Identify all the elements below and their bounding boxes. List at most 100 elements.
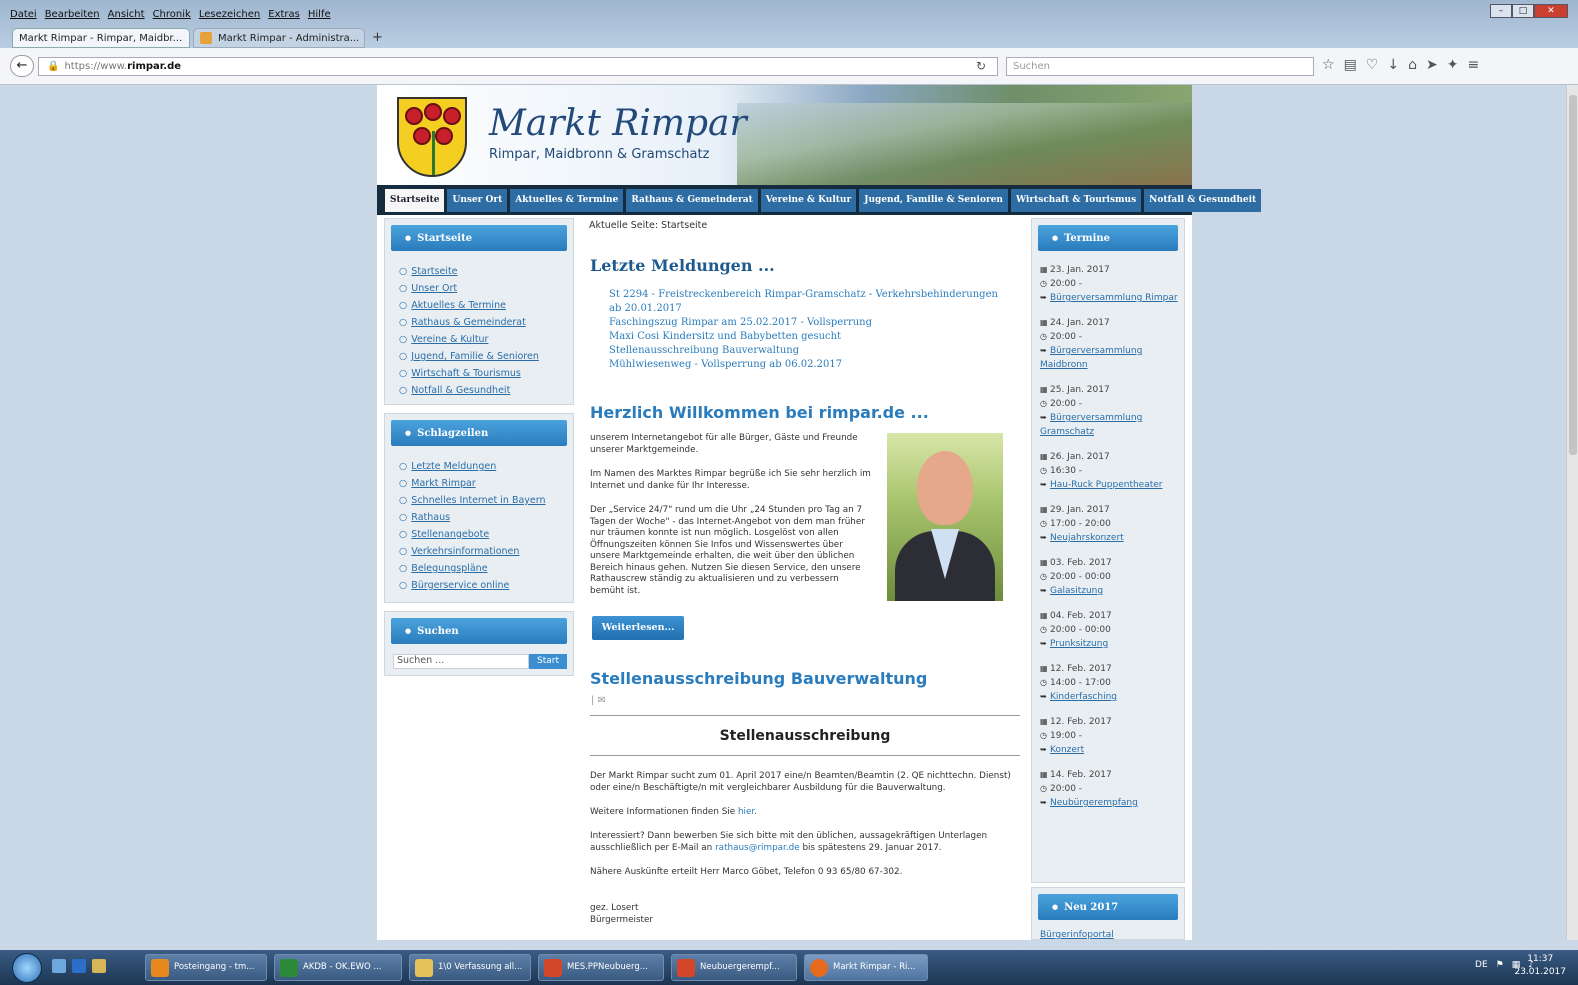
buergerinfoportal-link[interactable]: Bürgerinfoportal [1032, 920, 1184, 940]
reading-list-icon[interactable]: ▤ [1344, 57, 1357, 73]
nav-notfall[interactable]: Notfall & Gesundheit [1144, 189, 1262, 212]
menu-lesezeichen[interactable]: Lesezeichen [199, 9, 260, 24]
sidebar-item[interactable]: Bürgerservice online [399, 577, 563, 594]
nav-vereine[interactable]: Vereine & Kultur [760, 189, 857, 212]
sidebar-item[interactable]: Vereine & Kultur [399, 331, 563, 348]
event-title-link[interactable]: Neubürgerempfang [1050, 798, 1138, 808]
event-item: ▦ 03. Feb. 2017 ◷ 20:00 - 00:00 ➥ Galasitzung [1032, 556, 1184, 598]
sidebar-item[interactable]: Markt Rimpar [399, 475, 563, 492]
sidebar-item[interactable]: Unser Ort [399, 280, 563, 297]
sidebar-item[interactable]: Belegungspläne [399, 560, 563, 577]
nav-wirtschaft[interactable]: Wirtschaft & Tourismus [1010, 189, 1142, 212]
task-outlook[interactable]: Posteingang - tm... [145, 954, 267, 981]
read-more-button[interactable]: Weiterlesen... [592, 616, 684, 640]
addon-icon[interactable]: ✦ [1447, 57, 1459, 73]
event-title-link[interactable]: Bürgerversammlung Maidbronn [1040, 346, 1142, 370]
header-landscape-photo [737, 103, 1192, 185]
event-item: ▦ 12. Feb. 2017 ◷ 19:00 - ➥ Konzert [1032, 715, 1184, 757]
task-folder[interactable]: 1\0 Verfassung all... [409, 954, 531, 981]
pocket-icon[interactable]: ♡ [1366, 57, 1379, 73]
new-tab-button[interactable]: + [372, 30, 383, 45]
sidebar-item[interactable]: Notfall & Gesundheit [399, 382, 563, 399]
task-ppt-2[interactable]: Neubuergerempf... [671, 954, 797, 981]
box-title: Suchen [391, 618, 567, 644]
event-title-link[interactable]: Konzert [1050, 745, 1084, 755]
sidebar-item[interactable]: Rathaus [399, 509, 563, 526]
nav-aktuelles[interactable]: Aktuelles & Termine [510, 189, 624, 212]
email-link[interactable]: rathaus@rimpar.de [715, 843, 800, 853]
sidebar-item[interactable]: Aktuelles & Termine [399, 297, 563, 314]
ie-icon[interactable] [72, 959, 86, 973]
menu-hilfe[interactable]: Hilfe [308, 9, 331, 24]
browser-tab-1[interactable]: Markt Rimpar - Rimpar, Maidbr... ✕ [12, 28, 190, 48]
task-firefox[interactable]: Markt Rimpar - Ri... [804, 954, 928, 981]
close-window-button[interactable]: ✕ [1534, 4, 1568, 18]
task-akdb[interactable]: AKDB - OK.EWO ... [274, 954, 402, 981]
event-title-link[interactable]: Neujahrskonzert [1050, 533, 1124, 543]
sidebar-item[interactable]: Schnelles Internet in Bayern [399, 492, 563, 509]
nav-startseite[interactable]: Startseite [385, 189, 445, 212]
browser-tab-2[interactable]: Markt Rimpar - Administra... ✕ [193, 28, 365, 48]
site-header: Markt Rimpar Rimpar, Maidbronn & Gramsch… [377, 85, 1192, 185]
sidebar-item[interactable]: Letzte Meldungen [399, 458, 563, 475]
nav-jugend[interactable]: Jugend, Familie & Senioren [859, 189, 1008, 212]
sidebar-item[interactable]: Startseite [399, 263, 563, 280]
close-tab-icon[interactable]: ✕ [188, 33, 189, 44]
bookmark-star-icon[interactable]: ☆ [1322, 57, 1335, 73]
vertical-scrollbar[interactable] [1566, 85, 1578, 940]
minimize-button[interactable]: – [1490, 4, 1512, 18]
news-link[interactable]: Mühlwiesenweg - Vollsperrung ab 06.02.20… [609, 358, 1009, 372]
event-title-link[interactable]: Bürgerversammlung Rimpar [1050, 293, 1178, 303]
download-icon[interactable]: ↓ [1387, 57, 1399, 73]
job-paragraph: Nähere Auskünfte erteilt Herr Marco Göbe… [590, 867, 903, 877]
menu-chronik[interactable]: Chronik [153, 9, 191, 24]
nav-rathaus[interactable]: Rathaus & Gemeinderat [626, 189, 758, 212]
clock[interactable]: 11:37 23.01.2017 [1514, 953, 1566, 979]
menu-bearbeiten[interactable]: Bearbeiten [45, 9, 100, 24]
news-link[interactable]: St 2294 - Freistreckenbereich Rimpar-Gra… [609, 288, 1009, 316]
back-button[interactable]: ← [10, 55, 34, 77]
news-link[interactable]: Maxi Cosi Kindersitz und Babybetten gesu… [609, 330, 1009, 344]
reload-icon[interactable]: ↻ [976, 59, 986, 73]
job-article-heading[interactable]: Stellenausschreibung Bauverwaltung [590, 669, 927, 688]
start-button[interactable] [12, 953, 42, 983]
home-icon[interactable]: ⌂ [1408, 57, 1417, 73]
event-title-link[interactable]: Prunksitzung [1050, 639, 1108, 649]
explorer-icon[interactable] [92, 959, 106, 973]
clock-icon: ◷ [1040, 678, 1047, 687]
scrollbar-thumb[interactable] [1569, 95, 1577, 455]
url-bar[interactable]: 🔒 https://www.rimpar.de [38, 57, 998, 76]
language-indicator[interactable]: DE [1475, 960, 1488, 970]
sidebar-item[interactable]: Stellenangebote [399, 526, 563, 543]
task-ppt-1[interactable]: MES.PPNeubuerg... [538, 954, 664, 981]
sidebar-item[interactable]: Jugend, Familie & Senioren [399, 348, 563, 365]
box-title: Termine [1038, 225, 1178, 251]
coat-of-arms-logo[interactable] [397, 97, 467, 177]
browser-toolbar: ☆ ▤ ♡ ↓ ⌂ ➤ ✦ ≡ [1322, 57, 1479, 73]
maximize-button[interactable]: □ [1512, 4, 1534, 18]
site-search-input[interactable]: Suchen ... [393, 654, 529, 669]
flag-icon[interactable]: ⚑ [1496, 960, 1504, 970]
news-link[interactable]: Faschingszug Rimpar am 25.02.2017 - Voll… [609, 316, 1009, 330]
menu-datei[interactable]: Datei [10, 9, 37, 24]
sidebar-item[interactable]: Rathaus & Gemeinderat [399, 314, 563, 331]
show-desktop-icon[interactable] [52, 959, 66, 973]
menu-extras[interactable]: Extras [268, 9, 300, 24]
event-title-link[interactable]: Galasitzung [1050, 586, 1103, 596]
info-link[interactable]: hier [738, 807, 754, 817]
sidebar-item[interactable]: Wirtschaft & Tourismus [399, 365, 563, 382]
sidebar-item[interactable]: Verkehrsinformationen [399, 543, 563, 560]
mayor-portrait-photo [887, 433, 1003, 601]
nav-unser-ort[interactable]: Unser Ort [447, 189, 508, 212]
browser-search-input[interactable]: Suchen [1006, 57, 1314, 76]
send-icon[interactable]: ➤ [1426, 57, 1438, 73]
event-title-link[interactable]: Bürgerversammlung Gramschatz [1040, 413, 1142, 437]
menu-ansicht[interactable]: Ansicht [108, 9, 145, 24]
hamburger-menu-icon[interactable]: ≡ [1467, 57, 1479, 73]
firefox-icon [810, 959, 828, 977]
news-link[interactable]: Stellenausschreibung Bauverwaltung [609, 344, 1009, 358]
event-title-link[interactable]: Kinderfasching [1050, 692, 1117, 702]
site-search-button[interactable]: Start [529, 654, 567, 669]
email-icon[interactable]: | ✉ [591, 695, 606, 706]
event-title-link[interactable]: Hau-Ruck Puppentheater [1050, 480, 1163, 490]
